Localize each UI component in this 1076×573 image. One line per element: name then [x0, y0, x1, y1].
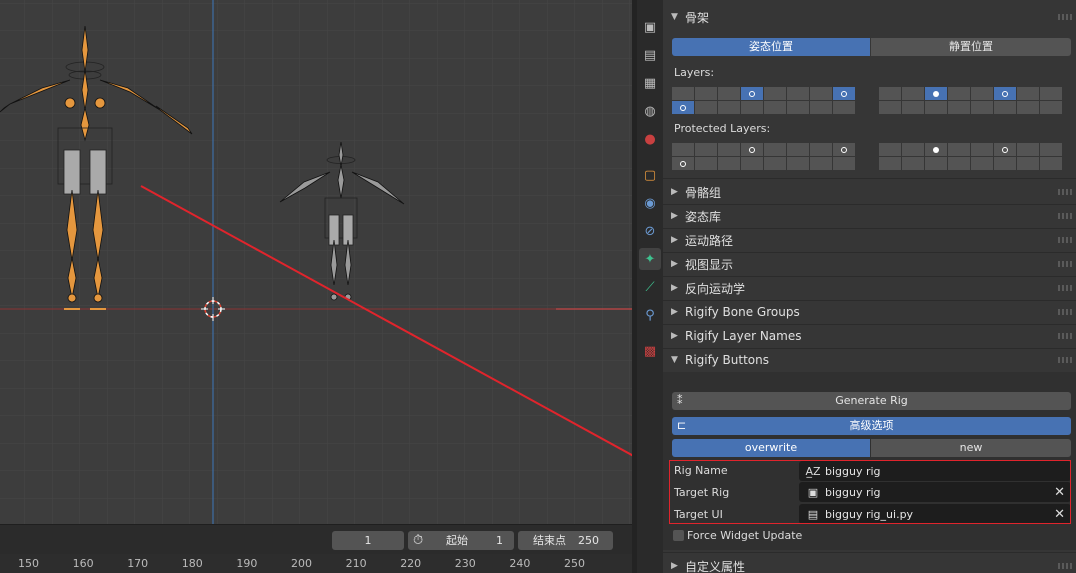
ruler-tick-label: 160 — [72, 557, 94, 570]
protected-layers-label: Protected Layers: — [674, 122, 771, 135]
force-widget-label: Force Widget Update — [687, 529, 803, 542]
pose-library-header[interactable]: ▶ 姿态库 — [663, 204, 1076, 228]
skeleton-panel-header[interactable]: ▼ 骨架 — [663, 5, 1076, 29]
start-frame-field[interactable]: ⏱ 起始 1 — [408, 531, 514, 550]
bone-constraint-icon[interactable]: ⚲ — [639, 304, 661, 326]
physics-icon[interactable]: ◉ — [639, 192, 661, 214]
collapsed-triangle-icon: ▶ — [671, 307, 678, 317]
advanced-options-toggle[interactable]: ⊏ 高级选项 — [672, 417, 1071, 435]
end-value: 250 — [578, 534, 599, 547]
properties-tabs: ▣ ▤ ▦ ◍ ● ▢ ◉ ⊘ ✦ ⟋ ⚲ ▩ — [637, 0, 663, 573]
protected-layers-grid-left[interactable] — [672, 143, 855, 170]
start-value: 1 — [496, 534, 503, 547]
advanced-options-label: 高级选项 — [849, 419, 894, 432]
collapsed-triangle-icon: ▶ — [671, 235, 678, 245]
stopwatch-icon: ⏱ — [413, 533, 424, 548]
collapsed-triangle-icon: ▶ — [671, 283, 678, 293]
new-button[interactable]: new — [871, 439, 1071, 457]
armature-data-icon[interactable]: ✦ — [639, 248, 661, 270]
custom-properties-header[interactable]: ▶ 自定义属性 — [663, 554, 1076, 573]
drag-grip-icon[interactable] — [1058, 333, 1072, 339]
viewport-canvas — [0, 0, 632, 524]
collapsed-triangle-icon: ▶ — [671, 331, 678, 341]
force-widget-checkbox[interactable] — [673, 530, 684, 541]
drag-grip-icon[interactable] — [1058, 213, 1072, 219]
start-label: 起始 — [446, 534, 468, 547]
collapsed-triangle-icon: ▶ — [671, 561, 678, 571]
drag-grip-icon[interactable] — [1058, 357, 1072, 363]
drag-grip-icon[interactable] — [1058, 309, 1072, 315]
layers-grid-left[interactable] — [672, 87, 855, 114]
scene-icon[interactable]: ◍ — [639, 100, 661, 122]
ruler-tick-label: 240 — [509, 557, 531, 570]
ruler-tick-label: 210 — [345, 557, 367, 570]
drag-grip-icon[interactable] — [1058, 14, 1072, 20]
ruler-tick-label: 200 — [291, 557, 312, 570]
output-icon[interactable]: ▤ — [639, 44, 661, 66]
drag-grip-icon[interactable] — [1058, 285, 1072, 291]
render-icon[interactable]: ▣ — [639, 16, 661, 38]
timeline-controls: 1 ⏱ 起始 1 结束点 250 — [0, 524, 632, 555]
view-layer-icon[interactable]: ▦ — [639, 72, 661, 94]
object-icon[interactable]: ▢ — [639, 164, 661, 186]
ruler-tick-label: 250 — [564, 557, 585, 570]
texture-icon[interactable]: ▩ — [639, 340, 661, 362]
panel-title: Rigify Buttons — [685, 353, 769, 367]
panel-title: 运动路径 — [685, 233, 734, 248]
viewport-display-header[interactable]: ▶ 视图显示 — [663, 252, 1076, 276]
collapsed-triangle-icon: ▶ — [671, 211, 678, 221]
drag-grip-icon[interactable] — [1058, 261, 1072, 267]
rigify-bone-groups-header[interactable]: ▶ Rigify Bone Groups — [663, 300, 1076, 324]
panel-title: Rigify Bone Groups — [685, 305, 800, 319]
panel-title: 姿态库 — [685, 209, 722, 224]
panel-title: 骨骼组 — [685, 185, 722, 200]
panel-title: Rigify Layer Names — [685, 329, 802, 343]
drag-grip-icon[interactable] — [1058, 189, 1072, 195]
panel-title: 自定义属性 — [685, 559, 746, 573]
generate-rig-label: Generate Rig — [835, 394, 908, 407]
expanded-triangle-icon: ▼ — [671, 12, 678, 22]
annotation-highlight-box — [669, 460, 1071, 524]
drag-grip-icon[interactable] — [1058, 563, 1072, 569]
ruler-tick-label: 220 — [400, 557, 422, 570]
drag-grip-icon[interactable] — [1058, 237, 1072, 243]
skeleton-header-label: 骨架 — [685, 10, 710, 25]
panel-title: 视图显示 — [685, 257, 734, 272]
overwrite-button[interactable]: overwrite — [672, 439, 870, 457]
collapsed-triangle-icon: ▶ — [671, 259, 678, 269]
bone-groups-header[interactable]: ▶ 骨骼组 — [663, 180, 1076, 204]
expanded-triangle-icon: ▼ — [671, 355, 678, 365]
rest-position-button[interactable]: 静置位置 — [871, 38, 1071, 56]
inverse-kinematics-header[interactable]: ▶ 反向运动学 — [663, 276, 1076, 300]
motion-paths-header[interactable]: ▶ 运动路径 — [663, 228, 1076, 252]
ruler-tick-label: 190 — [236, 557, 258, 570]
layers-grid-right[interactable] — [879, 87, 1062, 114]
end-frame-field[interactable]: 结束点 250 — [518, 531, 613, 550]
ruler-tick-label: 170 — [127, 557, 149, 570]
protected-layers-grid-right[interactable] — [879, 143, 1062, 170]
unlock-icon: ⊏ — [677, 419, 687, 432]
rigify-layer-names-header[interactable]: ▶ Rigify Layer Names — [663, 324, 1076, 348]
armature-icon: ⁑ — [677, 394, 683, 407]
object-constraint-icon[interactable]: ⊘ — [639, 220, 661, 242]
timeline-ruler[interactable]: 150 160 170 180 190 200 210 220 230 240 250 — [0, 554, 632, 573]
generate-rig-button[interactable]: ⁑ Generate Rig — [672, 392, 1071, 410]
world-icon[interactable]: ● — [639, 128, 661, 150]
panel-title: 反向运动学 — [685, 281, 746, 296]
ruler-tick-label: 180 — [181, 557, 203, 570]
current-frame-field[interactable]: 1 — [332, 531, 404, 550]
3d-viewport[interactable] — [0, 0, 632, 524]
rigify-buttons-header[interactable]: ▼ Rigify Buttons — [663, 348, 1076, 372]
bone-icon[interactable]: ⟋ — [639, 276, 661, 298]
collapsed-triangle-icon: ▶ — [671, 187, 678, 197]
layers-label: Layers: — [674, 66, 715, 79]
ruler-tick-label: 150 — [18, 557, 39, 570]
ruler-tick-label: 230 — [454, 557, 476, 570]
end-label: 结束点 — [533, 534, 566, 547]
pose-position-button[interactable]: 姿态位置 — [672, 38, 870, 56]
